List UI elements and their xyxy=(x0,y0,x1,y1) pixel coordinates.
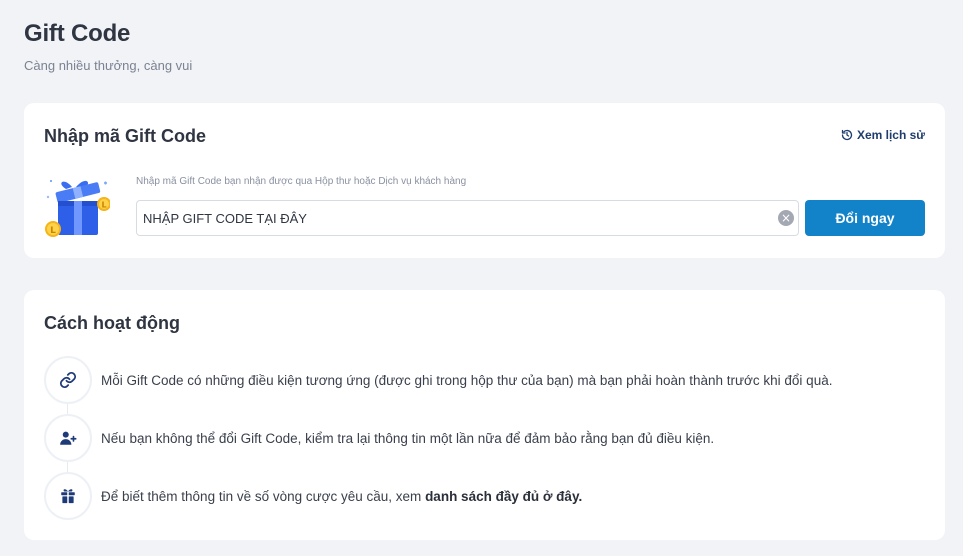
step-icon-badge xyxy=(44,472,92,520)
gift-icon xyxy=(61,489,75,504)
step-text-prefix: Để biết thêm thông tin về số vòng cược y… xyxy=(101,488,426,504)
step-item: Mỗi Gift Code có những điều kiện tương ứ… xyxy=(44,356,832,404)
redeem-button[interactable]: Đổi ngay xyxy=(805,200,925,236)
view-history-link[interactable]: Xem lịch sử xyxy=(841,128,925,142)
history-icon xyxy=(841,129,853,141)
how-it-works-card: Cách hoạt động Mỗi Gift Code có những đi… xyxy=(24,290,945,540)
user-plus-icon xyxy=(60,431,77,445)
redeem-card-title: Nhập mã Gift Code xyxy=(44,126,207,146)
page-subtitle: Càng nhiều thưởng, càng vui xyxy=(24,58,193,73)
step-icon-badge xyxy=(44,356,92,404)
step-item: Nếu bạn không thể đổi Gift Code, kiểm tr… xyxy=(44,414,714,462)
redeem-hint: Nhập mã Gift Code bạn nhận được qua Hộp … xyxy=(136,176,467,187)
link-icon xyxy=(60,372,76,388)
step-text: Để biết thêm thông tin về số vòng cược y… xyxy=(101,489,582,504)
step-text: Mỗi Gift Code có những điều kiện tương ứ… xyxy=(101,372,833,388)
view-history-label: Xem lịch sử xyxy=(856,128,925,142)
clear-input-icon[interactable]: × xyxy=(778,210,794,226)
gift-code-field: × xyxy=(136,200,799,236)
svg-text:L: L xyxy=(50,226,56,236)
page-header: Gift Code Càng nhiều thưởng, càng vui xyxy=(24,20,192,73)
step-icon-badge xyxy=(44,414,92,462)
step-text: Nếu bạn không thể đổi Gift Code, kiểm tr… xyxy=(101,430,715,446)
gift-box-illustration-icon: L L xyxy=(45,180,110,237)
page-title: Gift Code xyxy=(24,20,131,47)
full-list-link[interactable]: danh sách đầy đủ ở đây. xyxy=(425,489,582,504)
step-item: Để biết thêm thông tin về số vòng cược y… xyxy=(44,472,582,520)
redeem-card: Nhập mã Gift Code Xem lịch sử L L Nhập m… xyxy=(24,103,945,258)
svg-text:L: L xyxy=(101,201,106,210)
gift-code-input[interactable] xyxy=(137,201,798,235)
how-it-works-title: Cách hoạt động xyxy=(44,313,180,333)
